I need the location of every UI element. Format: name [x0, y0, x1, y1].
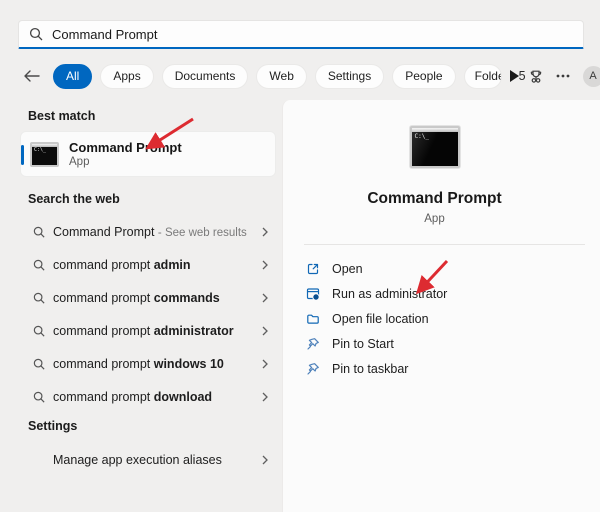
action-open[interactable]: Open: [306, 256, 590, 281]
rewards-trophy-icon: [529, 69, 543, 84]
settings-result-manage-aliases[interactable]: Manage app execution aliases: [20, 443, 276, 476]
search-icon: [33, 292, 45, 304]
open-external-icon: [306, 262, 320, 276]
chevron-right-icon: [262, 359, 268, 369]
search-icon: [33, 226, 45, 238]
action-run-as-administrator[interactable]: Run as administrator: [306, 281, 590, 306]
chevron-right-icon: [262, 227, 268, 237]
preview-panel: C:\_ Command Prompt App Open: [282, 100, 600, 512]
chevron-right-icon: [262, 260, 268, 270]
rewards-indicator[interactable]: 5: [519, 69, 543, 84]
command-prompt-icon-large: C:\_: [410, 126, 460, 168]
tab-apps[interactable]: Apps: [100, 64, 153, 89]
pin-icon: [306, 337, 320, 351]
search-icon: [33, 259, 45, 271]
context-actions: Open Run as administrator: [306, 256, 590, 381]
settings-heading: Settings: [28, 419, 77, 433]
search-query-text: Command Prompt: [52, 27, 157, 42]
search-web-heading: Search the web: [28, 192, 120, 206]
tab-web[interactable]: Web: [256, 64, 306, 89]
best-match-subtitle: App: [69, 155, 182, 169]
action-pin-to-taskbar[interactable]: Pin to taskbar: [306, 356, 590, 381]
chevron-right-icon: [262, 293, 268, 303]
tabs-overflow-arrow-icon[interactable]: [509, 70, 519, 82]
windows-search-flyout: Command Prompt All Apps Documents Web Se…: [0, 0, 600, 512]
chevron-right-icon: [262, 326, 268, 336]
action-pin-to-start[interactable]: Pin to Start: [306, 331, 590, 356]
rewards-count: 5: [519, 69, 526, 83]
tab-documents[interactable]: Documents: [162, 64, 249, 89]
tab-people[interactable]: People: [392, 64, 455, 89]
folder-icon: [306, 312, 320, 326]
tab-settings[interactable]: Settings: [315, 64, 384, 89]
search-icon: [33, 325, 45, 337]
pin-icon: [306, 362, 320, 376]
tab-folders[interactable]: Folders: [464, 64, 502, 89]
web-suggestion[interactable]: command prompt commands: [20, 281, 276, 314]
preview-subtitle: App: [424, 213, 444, 225]
chevron-right-icon: [262, 392, 268, 402]
web-suggestion[interactable]: command prompt windows 10: [20, 347, 276, 380]
run-admin-icon: [306, 287, 320, 301]
best-match-title: Command Prompt: [69, 140, 182, 155]
best-match-heading: Best match: [28, 109, 95, 123]
user-avatar[interactable]: A: [583, 66, 600, 87]
command-prompt-icon: C:\_: [30, 142, 59, 167]
web-suggestion[interactable]: command prompt download: [20, 380, 276, 413]
web-suggestions-list: Command Prompt - See web results command…: [20, 215, 276, 413]
best-match-result[interactable]: C:\_ Command Prompt App: [20, 131, 276, 177]
back-button[interactable]: [24, 68, 40, 84]
tab-all[interactable]: All: [53, 64, 92, 89]
preview-divider: [304, 244, 585, 245]
chevron-right-icon: [262, 455, 268, 465]
filter-pills: All Apps Documents Web Settings People F…: [53, 64, 502, 89]
selection-accent-bar: [21, 145, 24, 165]
search-icon: [33, 391, 45, 403]
web-suggestion-see-results[interactable]: Command Prompt - See web results: [20, 215, 276, 248]
header-right-group: 5 A: [519, 66, 600, 87]
preview-title: Command Prompt: [367, 190, 501, 208]
web-suggestion[interactable]: command prompt admin: [20, 248, 276, 281]
web-suggestion[interactable]: command prompt administrator: [20, 314, 276, 347]
more-options-icon[interactable]: [556, 74, 570, 78]
search-input[interactable]: Command Prompt: [18, 20, 584, 49]
action-open-file-location[interactable]: Open file location: [306, 306, 590, 331]
search-icon: [33, 358, 45, 370]
search-icon: [29, 27, 43, 41]
filter-tabs-row: All Apps Documents Web Settings People F…: [24, 62, 584, 90]
